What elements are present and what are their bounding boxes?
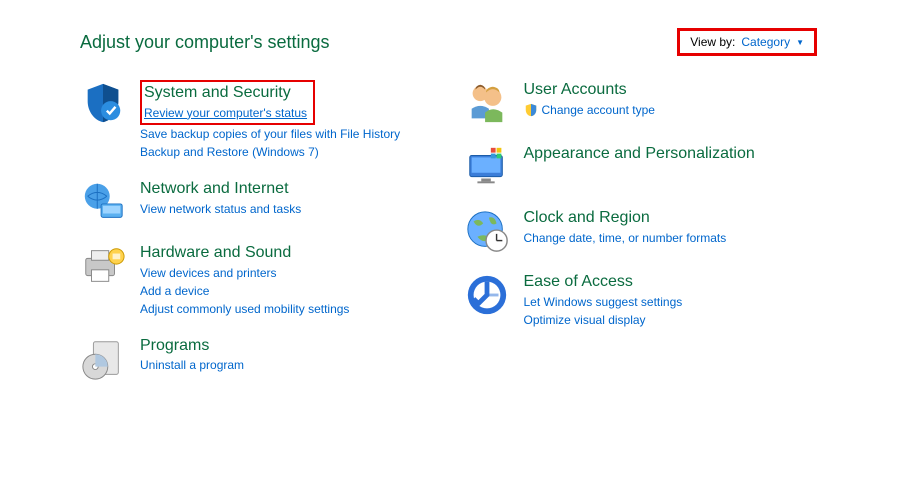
link-change-date-formats[interactable]: Change date, time, or number formats bbox=[524, 229, 818, 247]
link-network-status[interactable]: View network status and tasks bbox=[140, 200, 434, 218]
link-mobility-settings[interactable]: Adjust commonly used mobility settings bbox=[140, 300, 434, 318]
globe-clock-icon bbox=[464, 208, 510, 254]
globe-network-icon bbox=[80, 179, 126, 225]
highlight-system-security: System and Security Review your computer… bbox=[140, 80, 315, 125]
category-title-user-accounts[interactable]: User Accounts bbox=[524, 81, 627, 98]
link-devices-printers[interactable]: View devices and printers bbox=[140, 264, 434, 282]
ease-of-access-icon bbox=[464, 272, 510, 318]
monitor-palette-icon bbox=[464, 144, 510, 190]
people-icon bbox=[464, 80, 510, 126]
category-appearance-personalization: Appearance and Personalization bbox=[464, 144, 818, 190]
category-title-appearance[interactable]: Appearance and Personalization bbox=[524, 145, 755, 162]
category-programs: Programs Uninstall a program bbox=[80, 336, 434, 382]
category-title-ease-of-access[interactable]: Ease of Access bbox=[524, 273, 633, 290]
page-title: Adjust your computer's settings bbox=[80, 32, 330, 53]
link-windows-suggest[interactable]: Let Windows suggest settings bbox=[524, 293, 818, 311]
link-review-status[interactable]: Review your computer's status bbox=[144, 104, 307, 122]
view-by-selector[interactable]: View by: Category ▼ bbox=[677, 28, 817, 56]
left-column: System and Security Review your computer… bbox=[80, 80, 434, 400]
category-clock-region: Clock and Region Change date, time, or n… bbox=[464, 208, 818, 254]
printer-hardware-icon bbox=[80, 243, 126, 289]
category-ease-of-access: Ease of Access Let Windows suggest setti… bbox=[464, 272, 818, 329]
right-column: User Accounts Change account type bbox=[464, 80, 818, 400]
shield-icon bbox=[80, 80, 126, 126]
link-change-account-type[interactable]: Change account type bbox=[542, 101, 655, 119]
category-hardware-sound: Hardware and Sound View devices and prin… bbox=[80, 243, 434, 318]
link-uninstall-program[interactable]: Uninstall a program bbox=[140, 356, 434, 374]
category-title-network-internet[interactable]: Network and Internet bbox=[140, 180, 289, 197]
category-title-programs[interactable]: Programs bbox=[140, 337, 209, 354]
category-user-accounts: User Accounts Change account type bbox=[464, 80, 818, 126]
category-title-system-security[interactable]: System and Security bbox=[144, 84, 291, 101]
link-optimize-display[interactable]: Optimize visual display bbox=[524, 311, 818, 329]
link-add-device[interactable]: Add a device bbox=[140, 282, 434, 300]
chevron-down-icon: ▼ bbox=[796, 38, 804, 47]
category-title-clock-region[interactable]: Clock and Region bbox=[524, 209, 650, 226]
link-backup-restore[interactable]: Backup and Restore (Windows 7) bbox=[140, 143, 434, 161]
view-by-label: View by: bbox=[690, 35, 735, 49]
view-by-value: Category bbox=[741, 35, 790, 49]
category-network-internet: Network and Internet View network status… bbox=[80, 179, 434, 225]
category-system-security: System and Security Review your computer… bbox=[80, 80, 434, 161]
mini-shield-icon bbox=[524, 103, 538, 117]
disc-box-icon bbox=[80, 336, 126, 382]
link-file-history[interactable]: Save backup copies of your files with Fi… bbox=[140, 125, 434, 143]
category-title-hardware-sound[interactable]: Hardware and Sound bbox=[140, 244, 291, 261]
